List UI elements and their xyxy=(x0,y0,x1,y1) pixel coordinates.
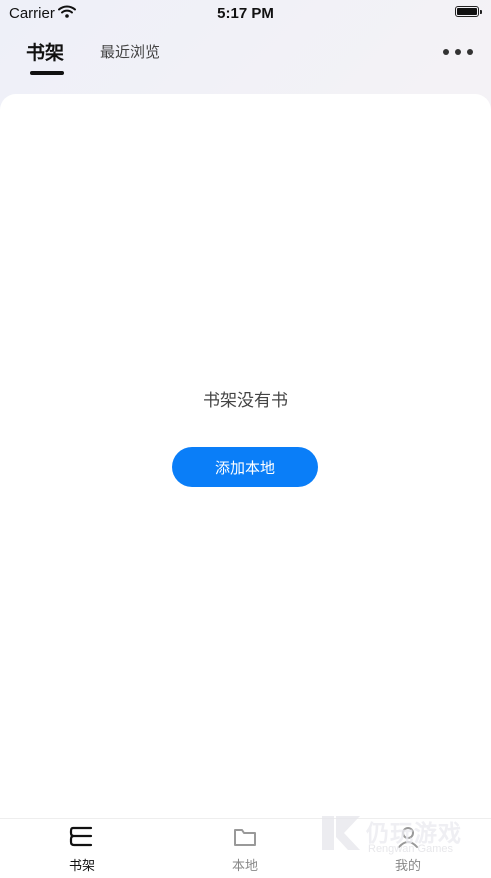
status-bar: Carrier 5:17 PM xyxy=(0,0,491,26)
nav-item-bookshelf[interactable]: 书架 xyxy=(37,825,127,875)
add-local-button[interactable]: 添加本地 xyxy=(172,447,318,487)
tab-bookshelf[interactable]: 书架 xyxy=(26,38,64,65)
active-tab-indicator xyxy=(30,71,64,75)
status-time: 5:17 PM xyxy=(217,5,274,22)
watermark: 仍玩游戏 Rengwan Games xyxy=(318,810,483,860)
bookshelf-icon xyxy=(69,825,95,849)
nav-label-local: 本地 xyxy=(231,859,258,874)
watermark-subtitle: Rengwan Games xyxy=(368,843,453,855)
bookshelf-content: 书架没有书 添加本地 xyxy=(0,94,491,818)
top-tab-bar: 书架 最近浏览 xyxy=(0,28,491,88)
nav-label-bookshelf: 书架 xyxy=(68,859,95,874)
empty-shelf-message: 书架没有书 xyxy=(203,391,288,411)
nav-item-local[interactable]: 本地 xyxy=(200,825,290,875)
watermark-logo-icon xyxy=(318,810,364,856)
tab-recent[interactable]: 最近浏览 xyxy=(100,41,160,62)
folder-icon xyxy=(232,825,258,849)
more-icon[interactable] xyxy=(443,42,473,62)
battery-icon xyxy=(455,6,482,17)
